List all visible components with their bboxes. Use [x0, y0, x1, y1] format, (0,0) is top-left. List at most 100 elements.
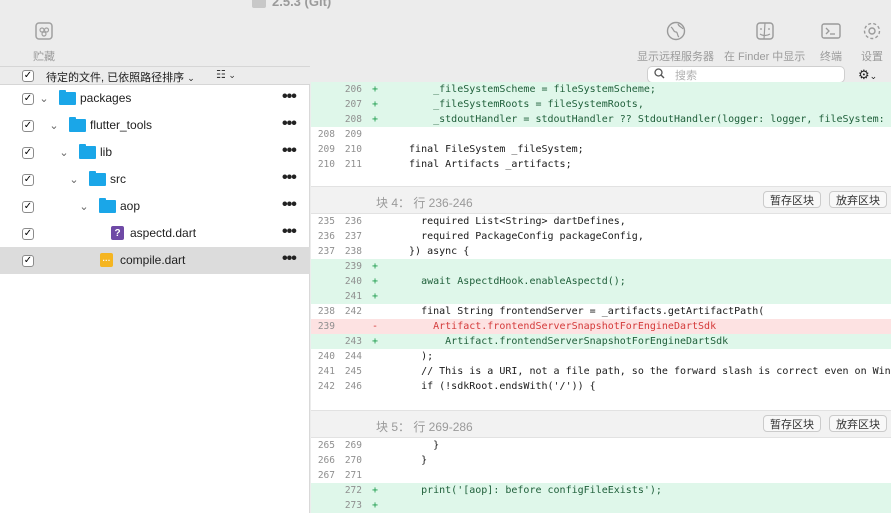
- diff-line-context[interactable]: 265 269 }: [311, 438, 891, 453]
- select-all-checkbox[interactable]: ✓: [22, 70, 34, 82]
- more-icon[interactable]: •••: [282, 223, 297, 241]
- code-text: _stdoutHandler = stdoutHandler ?? Stdout…: [397, 114, 891, 125]
- new-line-number: 273: [344, 500, 362, 511]
- new-line-number: 270: [344, 455, 362, 466]
- more-icon[interactable]: •••: [282, 169, 297, 187]
- view-options-dropdown[interactable]: ☷ ⌄: [216, 68, 236, 81]
- diff-line-context[interactable]: 209 210 final FileSystem _fileSystem;: [311, 142, 891, 157]
- file-checkbox[interactable]: ✓: [22, 200, 34, 213]
- diff-line-context[interactable]: 237 238 }) async {: [311, 244, 891, 259]
- show-remote-label: 显示远程服务器: [637, 51, 714, 63]
- diff-line-added[interactable]: 240 + await AspectdHook.enableAspectd();: [311, 274, 891, 289]
- search-field[interactable]: 搜索: [647, 66, 845, 83]
- diff-line-context[interactable]: 210 211 final Artifacts _artifacts;: [311, 157, 891, 172]
- chevron-down-icon[interactable]: ⌄: [68, 173, 80, 186]
- new-line-number: 239: [344, 261, 362, 272]
- tree-item-src[interactable]: ✓ ⌄ src •••: [0, 166, 310, 193]
- more-icon[interactable]: •••: [282, 115, 297, 133]
- diff-view: 206 + _fileSystemScheme = fileSystemSchem…: [311, 82, 891, 513]
- file-checkbox[interactable]: ✓: [22, 119, 34, 132]
- tree-item-aop[interactable]: ✓ ⌄ aop •••: [0, 193, 310, 220]
- diff-line-context[interactable]: 267 271: [311, 468, 891, 483]
- hunk-4-header: 块 4： 行 236-246 暂存区块 放弃区块: [311, 186, 891, 214]
- diff-line-context[interactable]: 208 209: [311, 127, 891, 142]
- tree-item-flutter-tools[interactable]: ✓ ⌄ flutter_tools •••: [0, 112, 310, 139]
- stage-hunk-4-button[interactable]: 暂存区块: [763, 191, 821, 208]
- old-line-number: 238: [317, 306, 335, 317]
- diff-line-context[interactable]: 241 245 // This is a URI, not a file path…: [311, 364, 891, 379]
- untracked-file-icon: ?: [111, 226, 124, 240]
- diff-line-removed[interactable]: 239 - Artifact.frontendServerSnapshotForE…: [311, 319, 891, 334]
- show-remote-button[interactable]: 显示远程服务器: [637, 20, 714, 64]
- old-line-number: 209: [317, 144, 335, 155]
- diff-line-added[interactable]: 207 + _fileSystemRoots = fileSystemRoots,: [311, 97, 891, 112]
- new-line-number: 244: [344, 351, 362, 362]
- window-title-text: 2.5.3 (Git): [272, 0, 332, 9]
- settings-label: 设置: [861, 51, 883, 63]
- new-line-number: 210: [344, 144, 362, 155]
- tree-item-packages[interactable]: ✓ ⌄ packages •••: [0, 85, 310, 112]
- old-line-number: 267: [317, 470, 335, 481]
- tree-item-lib[interactable]: ✓ ⌄ lib •••: [0, 139, 310, 166]
- old-line-number: 265: [317, 440, 335, 451]
- settings-button[interactable]: 设置: [861, 20, 883, 64]
- diff-line-added[interactable]: 272 + print('[aop]: before configFileExis…: [311, 483, 891, 498]
- discard-hunk-4-button[interactable]: 放弃区块: [829, 191, 887, 208]
- hunk-5-label: 块 5： 行 269-286: [376, 420, 473, 434]
- more-icon[interactable]: •••: [282, 88, 297, 106]
- chevron-down-icon[interactable]: ⌄: [38, 92, 50, 105]
- discard-hunk-5-button[interactable]: 放弃区块: [829, 415, 887, 432]
- old-line-number: 266: [317, 455, 335, 466]
- more-icon[interactable]: •••: [282, 142, 297, 160]
- old-line-number: 235: [317, 216, 335, 227]
- new-line-number: 246: [344, 381, 362, 392]
- diff-line-context[interactable]: 266 270 }: [311, 453, 891, 468]
- file-checkbox[interactable]: ✓: [22, 173, 34, 186]
- folder-icon: [89, 171, 106, 186]
- sidebar-header: ✓ 待定的文件, 已依照路径排序 ⌄ ☷ ⌄: [0, 66, 310, 85]
- terminal-label: 终端: [820, 51, 842, 63]
- chevron-down-icon[interactable]: ⌄: [78, 200, 90, 213]
- diff-line-added[interactable]: 239 +: [311, 259, 891, 274]
- sort-mode-dropdown[interactable]: 待定的文件, 已依照路径排序 ⌄: [46, 69, 195, 85]
- new-line-number: 238: [344, 246, 362, 257]
- more-icon[interactable]: •••: [282, 250, 297, 268]
- chevron-down-icon[interactable]: ⌄: [48, 119, 60, 132]
- new-line-number: 207: [344, 99, 362, 110]
- old-line-number: 208: [317, 129, 335, 140]
- file-checkbox[interactable]: ✓: [22, 92, 34, 105]
- diff-line-context[interactable]: 238 242 final String frontendServer = _ar…: [311, 304, 891, 319]
- globe-icon: [665, 20, 687, 42]
- tree-item-label: aspectd.dart: [130, 226, 197, 240]
- tree-item-compile-dart[interactable]: ✓ ··· compile.dart •••: [0, 247, 310, 274]
- diff-line-context[interactable]: 235 236 required List<String> dartDefines…: [311, 214, 891, 229]
- diff-line-added[interactable]: 206 + _fileSystemScheme = fileSystemSchem…: [311, 82, 891, 97]
- diff-line-added[interactable]: 208 + _stdoutHandler = stdoutHandler ?? S…: [311, 112, 891, 127]
- tree-item-aspectd-dart[interactable]: ✓ ? aspectd.dart •••: [0, 220, 310, 247]
- action-menu-button[interactable]: ⚙⌄: [858, 67, 877, 83]
- new-line-number: 241: [344, 291, 362, 302]
- search-placeholder: 搜索: [675, 69, 697, 82]
- diff-line-added[interactable]: 243 + Artifact.frontendServerSnapshotForE…: [311, 334, 891, 349]
- diff-line-added[interactable]: 273 +: [311, 498, 891, 513]
- more-icon[interactable]: •••: [282, 196, 297, 214]
- stage-hunk-5-button[interactable]: 暂存区块: [763, 415, 821, 432]
- code-text: }: [397, 440, 440, 451]
- gear-icon: [861, 20, 883, 42]
- code-text: final FileSystem _fileSystem;: [397, 144, 584, 155]
- diff-line-added[interactable]: 241 +: [311, 289, 891, 304]
- diff-line-context[interactable]: 236 237 required PackageConfig packageCon…: [311, 229, 891, 244]
- code-text: await AspectdHook.enableAspectd();: [397, 276, 626, 287]
- file-checkbox[interactable]: ✓: [22, 254, 34, 267]
- diff-line-context[interactable]: 240 244 );: [311, 349, 891, 364]
- new-line-number: 209: [344, 129, 362, 140]
- file-checkbox[interactable]: ✓: [22, 227, 34, 240]
- show-in-finder-button[interactable]: 在 Finder 中显示: [724, 20, 805, 64]
- code-text: // This is a URI, not a file path, so th…: [397, 366, 891, 377]
- code-text: if (!sdkRoot.endsWith('/')) {: [397, 381, 596, 392]
- stash-button[interactable]: 贮藏: [33, 20, 55, 64]
- chevron-down-icon[interactable]: ⌄: [58, 146, 70, 159]
- terminal-button[interactable]: 终端: [820, 20, 842, 64]
- tree-item-label: packages: [80, 91, 132, 105]
- file-checkbox[interactable]: ✓: [22, 146, 34, 159]
